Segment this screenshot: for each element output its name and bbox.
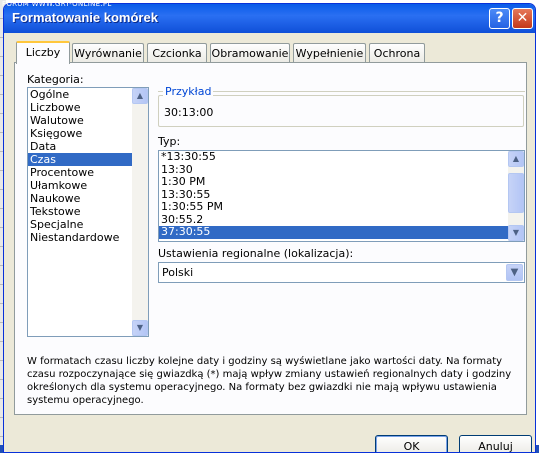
sample-box: 30:13:00 bbox=[158, 95, 524, 127]
type-item[interactable]: 1:30 PM bbox=[159, 175, 524, 189]
scroll-up-icon[interactable]: ▲ bbox=[508, 151, 524, 167]
help-button[interactable]: ? bbox=[489, 8, 510, 29]
category-label: Kategoria: bbox=[27, 73, 84, 86]
forum-watermark: FORUM WWW.GRY-ONLINE.PL bbox=[2, 0, 112, 8]
category-item[interactable]: Księgowe bbox=[28, 127, 148, 140]
category-item[interactable]: Niestandardowe bbox=[28, 231, 148, 244]
close-icon: ✕ bbox=[516, 10, 529, 26]
category-item[interactable]: Procentowe bbox=[28, 166, 148, 179]
scroll-up-icon[interactable]: ▲ bbox=[132, 88, 148, 104]
description-text: W formatach czasu liczby kolejne daty i … bbox=[27, 356, 512, 406]
format-cells-dialog: Formatowanie komórek ? ✕ Liczby Wyrównan… bbox=[3, 3, 536, 453]
locale-dropdown[interactable]: Polski ▼ bbox=[158, 262, 525, 283]
scroll-down-icon[interactable]: ▼ bbox=[508, 225, 524, 241]
category-item[interactable]: Liczbowe bbox=[28, 101, 148, 114]
type-item-selected[interactable]: 37:30:55 bbox=[159, 225, 524, 239]
tab-obramowanie[interactable]: Obramowanie bbox=[210, 43, 290, 62]
cancel-button[interactable]: Anuluj bbox=[459, 435, 532, 452]
type-item[interactable]: 30:55.2 bbox=[159, 213, 524, 227]
category-item[interactable]: Ogólne bbox=[28, 88, 148, 101]
type-item[interactable]: 1:30:55 PM bbox=[159, 200, 524, 214]
tab-wypelnienie[interactable]: Wypełnienie bbox=[293, 43, 366, 62]
tab-wyrownanie[interactable]: Wyrównanie bbox=[72, 43, 144, 62]
category-item[interactable]: Data bbox=[28, 140, 148, 153]
scroll-thumb[interactable] bbox=[508, 173, 524, 213]
type-list[interactable]: *13:30:55 13:30 1:30 PM 13:30:55 1:30:55… bbox=[158, 150, 525, 242]
sample-value: 30:13:00 bbox=[164, 106, 214, 119]
type-scrollbar[interactable]: ▲ ▼ bbox=[508, 151, 524, 241]
scroll-down-icon[interactable]: ▼ bbox=[132, 320, 148, 336]
help-icon: ? bbox=[495, 10, 504, 26]
tab-liczby[interactable]: Liczby bbox=[16, 41, 70, 64]
tab-ochrona[interactable]: Ochrona bbox=[369, 43, 425, 62]
tab-czcionka[interactable]: Czcionka bbox=[147, 43, 207, 62]
category-item[interactable]: Tekstowe bbox=[28, 205, 148, 218]
category-item[interactable]: Walutowe bbox=[28, 114, 148, 127]
dialog-title: Formatowanie komórek bbox=[12, 10, 158, 25]
tab-panel-liczby: Kategoria: Ogólne Liczbowe Walutowe Księ… bbox=[14, 62, 527, 415]
category-list[interactable]: Ogólne Liczbowe Walutowe Księgowe Data C… bbox=[27, 87, 149, 337]
locale-value: Polski bbox=[162, 266, 194, 279]
category-item-selected[interactable]: Czas bbox=[28, 153, 148, 166]
type-item[interactable]: 13:30 bbox=[159, 163, 524, 177]
category-scrollbar[interactable]: ▲ ▼ bbox=[132, 88, 148, 336]
type-label: Typ: bbox=[158, 135, 181, 148]
chevron-down-icon[interactable]: ▼ bbox=[506, 264, 523, 281]
locale-label: Ustawienia regionalne (lokalizacja): bbox=[158, 247, 354, 260]
close-button[interactable]: ✕ bbox=[512, 8, 533, 29]
category-item[interactable]: Ułamkowe bbox=[28, 179, 148, 192]
type-item[interactable]: *13:30:55 bbox=[159, 151, 524, 164]
ok-button[interactable]: OK bbox=[375, 435, 448, 452]
sample-label: Przykład bbox=[163, 85, 214, 98]
category-item[interactable]: Specjalne bbox=[28, 218, 148, 231]
category-item[interactable]: Naukowe bbox=[28, 192, 148, 205]
title-bar[interactable]: Formatowanie komórek ? ✕ bbox=[4, 4, 535, 33]
